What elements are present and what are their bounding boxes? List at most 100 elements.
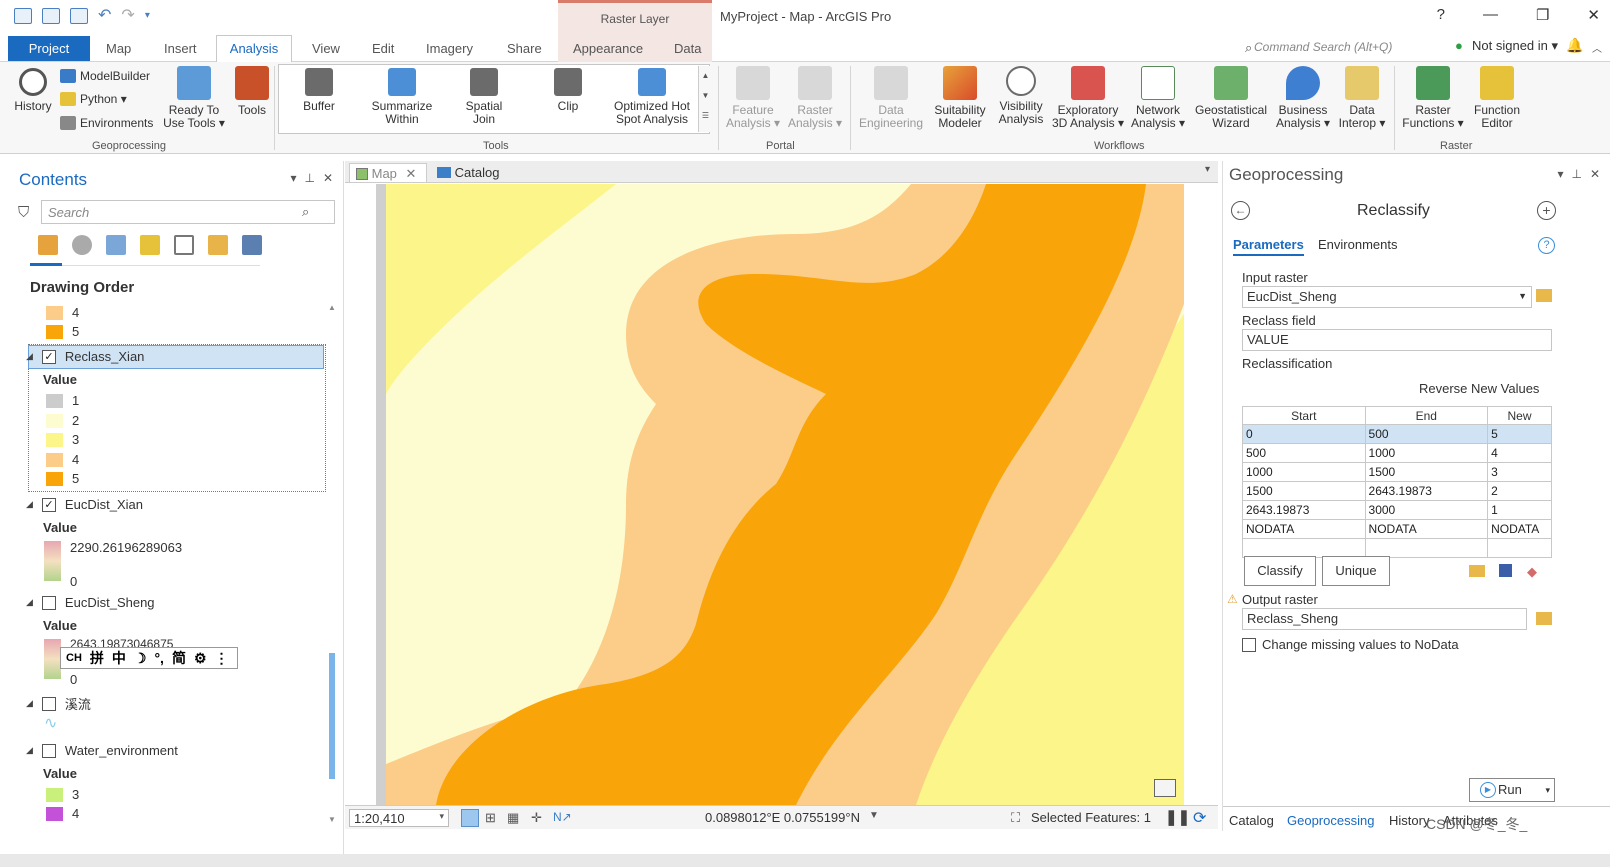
notifications-icon[interactable]: 🔔 [1566, 37, 1583, 54]
table-cell[interactable]: 1 [1487, 500, 1552, 520]
ime-mode[interactable]: CH [66, 652, 82, 664]
classify-button[interactable]: Classify [1244, 556, 1316, 586]
input-raster-dropdown[interactable]: EucDist_Sheng ▼ [1242, 286, 1532, 308]
table-cell[interactable]: 500 [1242, 443, 1366, 463]
layer-eucdist-sheng[interactable]: ◢ EucDist_Sheng [26, 595, 155, 610]
collapse-ribbon-icon[interactable]: ︿ [1592, 40, 1602, 55]
contents-search-input[interactable]: Search [41, 200, 335, 224]
table-cell[interactable]: 1000 [1242, 462, 1366, 482]
gallery-down-icon[interactable]: ▼ [699, 86, 712, 106]
tab-parameters[interactable]: Parameters [1233, 237, 1304, 256]
pin-icon[interactable]: ⊥ [304, 171, 314, 185]
data-interop-button[interactable]: Data Interop ▾ [1334, 66, 1390, 130]
browse-folder-icon[interactable] [1536, 289, 1552, 302]
expand-icon[interactable]: ◢ [26, 499, 33, 510]
change-missing-option[interactable]: Change missing values to NoData [1242, 637, 1459, 652]
save-project-icon[interactable] [70, 8, 88, 24]
table-cell[interactable]: NODATA [1364, 519, 1489, 539]
tab-geoprocessing-pane[interactable]: Geoprocessing [1287, 813, 1374, 828]
expand-icon[interactable]: ◢ [26, 698, 33, 709]
tab-catalog-pane[interactable]: Catalog [1229, 813, 1274, 828]
refresh-icon[interactable]: ⟳ [1193, 808, 1206, 828]
tab-insert[interactable]: Insert [164, 41, 197, 56]
clip-tool-button[interactable]: Clip [546, 68, 590, 113]
layer-visibility-checkbox[interactable] [41, 696, 56, 711]
summarize-within-tool-button[interactable]: Summarize Within [364, 68, 440, 126]
tab-environments[interactable]: Environments [1318, 237, 1397, 252]
table-cell[interactable]: NODATA [1242, 519, 1366, 539]
list-by-selection-icon[interactable] [106, 235, 126, 255]
business-analysis-button[interactable]: Business Analysis ▾ [1272, 66, 1334, 130]
raster-functions-button[interactable]: Raster Functions ▾ [1398, 66, 1468, 130]
list-by-perspective-icon[interactable] [242, 235, 262, 255]
run-dropdown-icon[interactable]: ▾ [1545, 779, 1550, 801]
sign-in-button[interactable]: Not signed in ▾ [1472, 38, 1558, 54]
ime-punct[interactable]: °, [154, 650, 164, 666]
expand-icon[interactable]: ◢ [26, 351, 33, 362]
gallery-up-icon[interactable]: ▲ [699, 66, 712, 86]
minimize-icon[interactable]: — [1483, 6, 1498, 24]
ime-more-icon[interactable]: ⋮ [215, 650, 229, 667]
table-cell[interactable]: 1500 [1364, 462, 1489, 482]
feature-analysis-button[interactable]: Feature Analysis ▾ [722, 66, 784, 130]
history-button[interactable]: History [12, 68, 54, 113]
environments-button[interactable]: Environments [60, 116, 153, 130]
close-icon[interactable]: ✕ [1587, 6, 1600, 24]
map-overview-icon[interactable] [1154, 779, 1176, 797]
optimized-hot-spot-tool-button[interactable]: Optimized Hot Spot Analysis [610, 68, 694, 126]
layer-visibility-checkbox[interactable] [41, 743, 56, 758]
visibility-analysis-button[interactable]: Visibility Analysis [992, 66, 1050, 126]
restore-icon[interactable]: ❐ [1536, 6, 1549, 24]
table-cell[interactable]: 1500 [1242, 481, 1366, 501]
geostatistical-wizard-button[interactable]: Geostatistical Wizard [1190, 66, 1272, 130]
map-scale-dropdown[interactable]: 1:20,410 ▾ [349, 809, 449, 827]
suitability-modeler-button[interactable]: Suitability Modeler [928, 66, 992, 130]
pane-menu-icon[interactable]: ▾ [1557, 167, 1563, 181]
north-arrow-icon[interactable]: N↗ [553, 810, 572, 824]
table-row[interactable]: 2643.19873 3000 1 [1242, 500, 1552, 520]
gallery-scroll-buttons[interactable]: ▲ ▼ ☰ [698, 66, 712, 132]
pause-drawing-icon[interactable]: ❚❚ [1165, 808, 1190, 826]
list-by-labeling-icon[interactable] [208, 235, 228, 255]
table-cell[interactable]: 3 [1487, 462, 1552, 482]
save-icon[interactable] [1499, 564, 1512, 577]
list-by-editing-icon[interactable] [140, 235, 160, 255]
reverse-new-values-button[interactable]: Reverse New Values [1419, 381, 1539, 396]
selected-features-count[interactable]: Selected Features: 1 [1031, 810, 1151, 825]
tab-catalog-view[interactable]: Catalog [431, 163, 505, 182]
table-row[interactable]: NODATA NODATA NODATA [1242, 519, 1552, 539]
ime-chinese[interactable]: 中 [112, 648, 126, 668]
expand-icon[interactable]: ◢ [26, 745, 33, 756]
gallery-expand-icon[interactable]: ☰ [699, 106, 712, 126]
table-cell[interactable] [1364, 538, 1489, 558]
tab-data[interactable]: Data [674, 41, 701, 56]
customize-qat-icon[interactable]: ▾ [145, 8, 150, 24]
ready-to-use-tools-button[interactable]: Ready To Use Tools ▾ [160, 66, 228, 130]
ime-pinyin[interactable]: 拼 [90, 648, 104, 668]
layer-xiliu[interactable]: ◢ 溪流 [26, 694, 91, 713]
ime-toolbar[interactable]: CH 拼 中 ☽ °, 简 ⚙ ⋮ [60, 647, 238, 669]
eraser-icon[interactable]: ◆ [1527, 564, 1537, 580]
run-button[interactable]: ▶ Run ▾ [1469, 778, 1555, 802]
view-tabs-menu-icon[interactable]: ▾ [1205, 164, 1210, 175]
table-cell[interactable] [1242, 538, 1366, 558]
load-folder-icon[interactable] [1469, 565, 1485, 577]
table-cell[interactable]: 4 [1487, 443, 1552, 463]
table-row[interactable]: 1000 1500 3 [1242, 462, 1552, 482]
scroll-thumb[interactable] [329, 653, 335, 779]
search-icon[interactable]: ⌕ [302, 204, 309, 220]
unique-button[interactable]: Unique [1322, 556, 1390, 586]
help-icon[interactable]: ? [1538, 237, 1555, 254]
modelbuilder-button[interactable]: ModelBuilder [60, 69, 150, 83]
list-by-drawing-order-icon[interactable] [38, 235, 58, 255]
tab-edit[interactable]: Edit [372, 41, 394, 56]
data-engineering-button[interactable]: Data Engineering [854, 66, 928, 130]
spatial-join-tool-button[interactable]: Spatial Join [456, 68, 512, 126]
layer-visibility-checkbox[interactable]: ✓ [41, 349, 56, 364]
list-by-source-icon[interactable] [72, 235, 92, 255]
table-cell[interactable]: 500 [1364, 424, 1489, 444]
undo-icon[interactable]: ↶ [98, 8, 111, 24]
pane-close-icon[interactable]: ✕ [1590, 167, 1600, 181]
tab-share[interactable]: Share [507, 41, 542, 56]
tab-appearance[interactable]: Appearance [573, 41, 643, 56]
